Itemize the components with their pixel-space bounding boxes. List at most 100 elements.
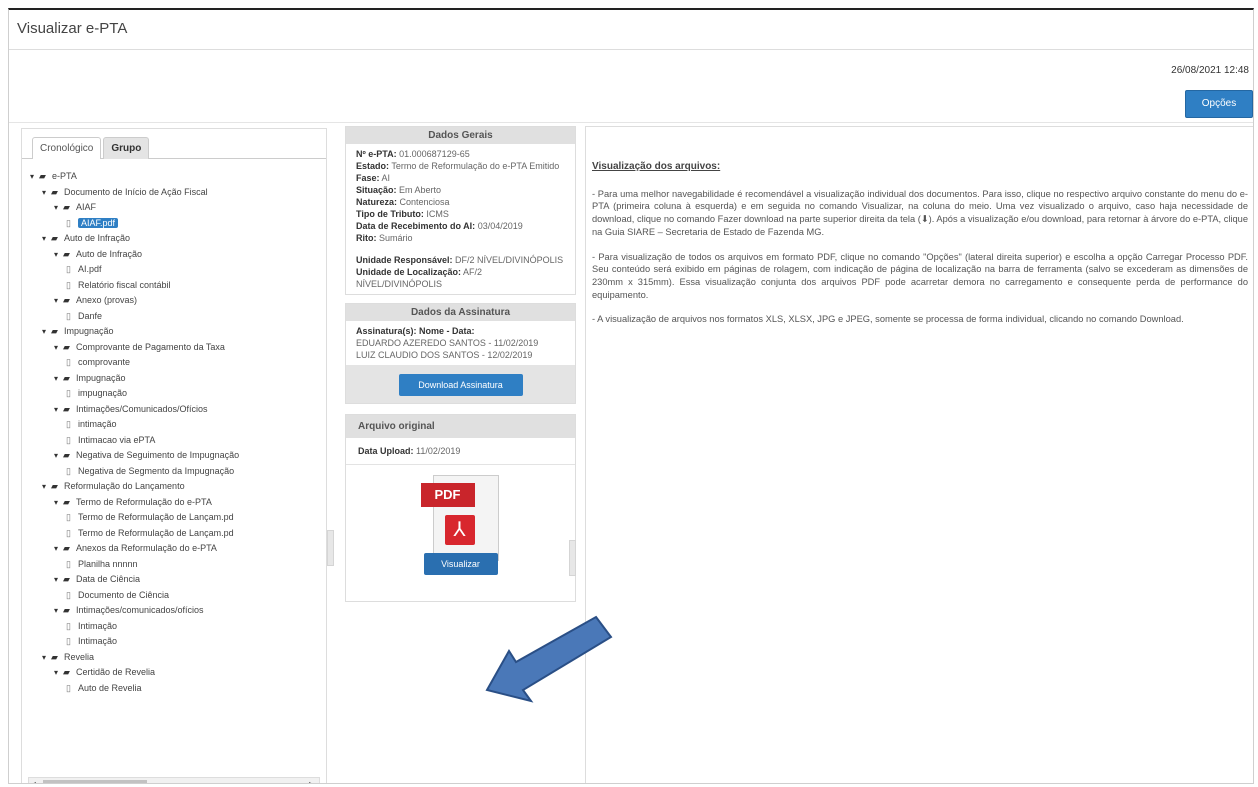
tree-item-label: Intimações/Comunicados/Ofícios bbox=[76, 403, 208, 414]
tree-file-item[interactable]: ▯ Intimação bbox=[30, 619, 326, 635]
expand-arrow-icon[interactable]: ▾ bbox=[54, 495, 63, 511]
data-upload-label: Data Upload: bbox=[358, 446, 414, 456]
tree-item-label: Anexo (provas) bbox=[76, 295, 138, 305]
tree-folder-item[interactable]: ▾ ▰ Reformulação do Lançamento bbox=[30, 479, 326, 495]
tree-file-item[interactable]: ▯ impugnação bbox=[30, 386, 326, 402]
tree-item-label: Comprovante de Pagamento da Taxa bbox=[76, 341, 225, 352]
tree-item-label: Reformulação do Lançamento bbox=[64, 481, 185, 491]
expand-arrow-icon[interactable]: ▾ bbox=[54, 402, 63, 418]
tree-file-item[interactable]: ▯ Negativa de Segmento da Impugnação bbox=[30, 464, 326, 480]
right-splitter-handle[interactable] bbox=[569, 540, 576, 576]
file-icon: ▯ bbox=[66, 512, 71, 522]
file-icon: ▯ bbox=[66, 682, 71, 693]
expand-arrow-icon[interactable]: ▾ bbox=[54, 371, 63, 387]
tree-folder-item[interactable]: ▾ ▰ Documento de Início de Ação Fiscal bbox=[30, 185, 326, 201]
expand-arrow-icon[interactable]: ▾ bbox=[54, 541, 63, 557]
visualizar-button[interactable]: Visualizar bbox=[423, 553, 498, 575]
expand-arrow-icon[interactable]: ▾ bbox=[54, 200, 63, 216]
opcoes-button[interactable]: Opções bbox=[1185, 90, 1253, 118]
expand-arrow-icon[interactable]: ▾ bbox=[42, 479, 51, 495]
file-icon: ▯ bbox=[66, 264, 71, 274]
tree-folder-item[interactable]: ▾ ▰ Revelia bbox=[30, 650, 326, 666]
tree-item-label: Auto de Infração bbox=[76, 248, 143, 259]
field-label: Unidade Responsável: bbox=[356, 255, 453, 265]
file-icon: ▯ bbox=[66, 357, 71, 367]
tree-folder-item[interactable]: ▾ ▰ Auto de Infração bbox=[30, 231, 326, 247]
tree-file-item[interactable]: ▯ Termo de Reformulação de Lançam.pd bbox=[30, 510, 326, 526]
download-assinatura-button[interactable]: Download Assinatura bbox=[398, 374, 523, 396]
tree-file-item[interactable]: ▯ AIAF.pdf bbox=[30, 216, 326, 232]
field-value: Termo de Reformulação do e-PTA Emitido bbox=[391, 161, 560, 171]
expand-arrow-icon[interactable]: ▾ bbox=[54, 665, 63, 681]
tree-folder-item[interactable]: ▾ ▰ Negativa de Seguimento de Impugnação bbox=[30, 448, 326, 464]
tree-folder-item[interactable]: ▾ ▰ e-PTA bbox=[30, 169, 326, 185]
tree-file-item[interactable]: ▯ Documento de Ciência bbox=[30, 588, 326, 604]
expand-arrow-icon[interactable]: ▾ bbox=[42, 231, 51, 247]
folder-icon: ▰ bbox=[51, 326, 58, 336]
expand-arrow-icon[interactable]: ▾ bbox=[42, 324, 51, 340]
tree-folder-item[interactable]: ▾ ▰ Termo de Reformulação do e-PTA bbox=[30, 495, 326, 511]
tree-item-label: intimação bbox=[78, 419, 117, 429]
tree-folder-item[interactable]: ▾ ▰ Comprovante de Pagamento da Taxa bbox=[30, 340, 326, 356]
dados-field: Unidade Responsável: DF/2 NÍVEL/DIVINÓPO… bbox=[356, 254, 565, 266]
expand-arrow-icon[interactable]: ▾ bbox=[42, 650, 51, 666]
tree-file-item[interactable]: ▯ Intimação bbox=[30, 634, 326, 650]
tab-cronologico[interactable]: Cronológico bbox=[32, 137, 102, 159]
tree-folder-item[interactable]: ▾ ▰ Intimações/comunicados/ofícios bbox=[30, 603, 326, 619]
tree-file-item[interactable]: ▯ AI.pdf bbox=[30, 262, 326, 278]
tree-item-label: Negativa de Segmento da Impugnação bbox=[78, 465, 235, 476]
folder-icon: ▰ bbox=[63, 574, 70, 584]
tree-item-label: Relatório fiscal contábil bbox=[78, 279, 171, 290]
expand-arrow-icon[interactable]: ▾ bbox=[30, 169, 39, 185]
tree-file-item[interactable]: ▯ intimação bbox=[30, 417, 326, 433]
folder-icon: ▰ bbox=[63, 450, 70, 460]
expand-arrow-icon[interactable]: ▾ bbox=[54, 603, 63, 619]
tab-grupo[interactable]: Grupo bbox=[103, 137, 150, 159]
dados-field: Nº e-PTA: 01.000687129-65 bbox=[356, 148, 565, 160]
pdf-tag: PDF bbox=[420, 483, 475, 507]
horizontal-scrollbar[interactable]: ◂ ▸ bbox=[28, 777, 320, 783]
expand-arrow-icon[interactable]: ▾ bbox=[54, 340, 63, 356]
tree-file-item[interactable]: ▯ Auto de Revelia bbox=[30, 681, 326, 697]
expand-arrow-icon[interactable]: ▾ bbox=[54, 247, 63, 263]
tree-file-item[interactable]: ▯ Termo de Reformulação de Lançam.pd bbox=[30, 526, 326, 542]
tree-file-item[interactable]: ▯ Relatório fiscal contábil bbox=[30, 278, 326, 294]
expand-arrow-icon[interactable]: ▾ bbox=[54, 448, 63, 464]
field-value: Contenciosa bbox=[399, 197, 450, 207]
tree-folder-item[interactable]: ▾ ▰ Certidão de Revelia bbox=[30, 665, 326, 681]
tree-file-item[interactable]: ▯ Intimacao via ePTA bbox=[30, 433, 326, 449]
tree-panel: Cronológico Grupo ▾ ▰ e-PTA ▾ ▰ Documento de I… bbox=[21, 128, 327, 783]
tree-folder-item[interactable]: ▾ ▰ Anexos da Reformulação do e-PTA bbox=[30, 541, 326, 557]
left-splitter-handle[interactable] bbox=[327, 530, 334, 566]
tree-item-label: Revelia bbox=[64, 651, 95, 662]
tree-item-label: Termo de Reformulação do e-PTA bbox=[76, 496, 212, 507]
pdf-file-icon[interactable]: PDF ⅄ bbox=[420, 475, 501, 561]
tree-folder-item[interactable]: ▾ ▰ Impugnação bbox=[30, 324, 326, 340]
tree-item-label: Intimação bbox=[78, 636, 118, 646]
tree-folder-item[interactable]: ▾ ▰ Impugnação bbox=[30, 371, 326, 387]
scroll-left-icon[interactable]: ◂ bbox=[32, 778, 36, 783]
info-paragraph: - A visualização de arquivos nos formato… bbox=[592, 314, 1184, 325]
tree-file-item[interactable]: ▯ comprovante bbox=[30, 355, 326, 371]
scroll-right-icon[interactable]: ▸ bbox=[309, 778, 313, 783]
tree-file-item[interactable]: ▯ Danfe bbox=[30, 309, 326, 325]
field-label: Nº e-PTA: bbox=[356, 149, 397, 159]
expand-arrow-icon[interactable]: ▾ bbox=[54, 572, 63, 588]
expand-arrow-icon[interactable]: ▾ bbox=[42, 185, 51, 201]
tree-folder-item[interactable]: ▾ ▰ Data de Ciência bbox=[30, 572, 326, 588]
tree-item-label: Danfe bbox=[78, 310, 103, 321]
file-icon: ▯ bbox=[66, 388, 71, 398]
file-icon: ▯ bbox=[66, 419, 71, 429]
folder-icon: ▰ bbox=[63, 248, 70, 259]
tree-item-label: Negativa de Seguimento de Impugnação bbox=[76, 450, 240, 460]
tree-item-label: Intimacao via ePTA bbox=[78, 434, 156, 445]
tree-file-item[interactable]: ▯ Planilha nnnnn bbox=[30, 557, 326, 573]
tree-folder-item[interactable]: ▾ ▰ Intimações/Comunicados/Ofícios bbox=[30, 402, 326, 418]
file-icon: ▯ bbox=[66, 434, 71, 445]
scrollbar-thumb[interactable] bbox=[43, 780, 147, 783]
tree-folder-item[interactable]: ▾ ▰ Anexo (provas) bbox=[30, 293, 326, 309]
tree-folder-item[interactable]: ▾ ▰ Auto de Infração bbox=[30, 247, 326, 263]
expand-arrow-icon[interactable]: ▾ bbox=[54, 293, 63, 309]
folder-icon: ▰ bbox=[63, 341, 70, 352]
tree-folder-item[interactable]: ▾ ▰ AIAF bbox=[30, 200, 326, 216]
